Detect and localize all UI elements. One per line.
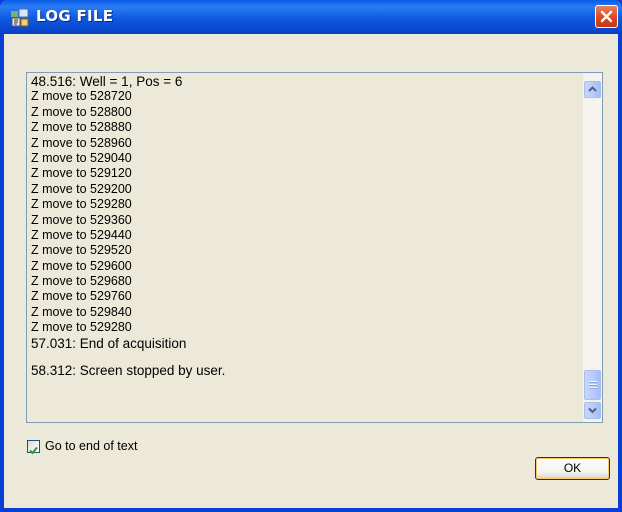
log-line: Z move to 528800 (31, 104, 132, 119)
log-line: Z move to 528720 (31, 89, 132, 104)
log-line: Z move to 529200 (31, 181, 132, 196)
chevron-down-icon (588, 407, 597, 414)
log-line: Z move to 529120 (31, 166, 132, 181)
log-line: Z move to 529520 (31, 243, 132, 258)
scroll-thumb[interactable] (584, 370, 601, 400)
log-line: 57.031: End of acquisition (31, 335, 187, 351)
log-line: Z move to 529280 (31, 197, 132, 212)
log-line: 48.516: Well = 1, Pos = 6 (31, 74, 183, 89)
close-button[interactable] (595, 5, 618, 28)
checkmark-icon (29, 446, 38, 455)
log-line: Z move to 529600 (31, 258, 132, 273)
log-line: Z move to 529840 (31, 304, 132, 319)
log-file-window: LOG FILE 48.516: Well = 1, Pos = 6Z move… (0, 0, 622, 512)
log-line: Z move to 529680 (31, 274, 132, 289)
chevron-up-icon (588, 86, 597, 92)
thumb-grip (589, 381, 597, 383)
log-line: Z move to 529760 (31, 289, 132, 304)
log-text-area[interactable]: 48.516: Well = 1, Pos = 6Z move to 52872… (26, 72, 603, 423)
log-line: Z move to 528880 (31, 120, 132, 135)
log-lines: 48.516: Well = 1, Pos = 6Z move to 52872… (31, 74, 581, 378)
app-icon (10, 8, 30, 28)
log-line: Z move to 529280 (31, 320, 132, 335)
window-title: LOG FILE (36, 7, 114, 25)
dialog-client-area: 48.516: Well = 1, Pos = 6Z move to 52872… (4, 34, 618, 508)
go-to-end-checkbox[interactable] (27, 440, 40, 455)
go-to-end-label[interactable]: Go to end of text (45, 439, 137, 453)
thumb-grip (589, 384, 597, 386)
log-line: Z move to 528960 (31, 135, 132, 150)
vertical-scrollbar[interactable] (583, 73, 602, 422)
title-bar[interactable]: LOG FILE (0, 0, 622, 34)
ok-button[interactable]: OK (535, 457, 610, 480)
scroll-up-button[interactable] (584, 81, 601, 98)
log-line: Z move to 529440 (31, 227, 132, 242)
log-line: Z move to 529360 (31, 212, 132, 227)
log-line: 58.312: Screen stopped by user. (31, 363, 226, 379)
thumb-grip (589, 387, 597, 389)
log-line: Z move to 529040 (31, 150, 132, 165)
scroll-down-button[interactable] (584, 402, 601, 419)
close-icon (600, 10, 613, 23)
